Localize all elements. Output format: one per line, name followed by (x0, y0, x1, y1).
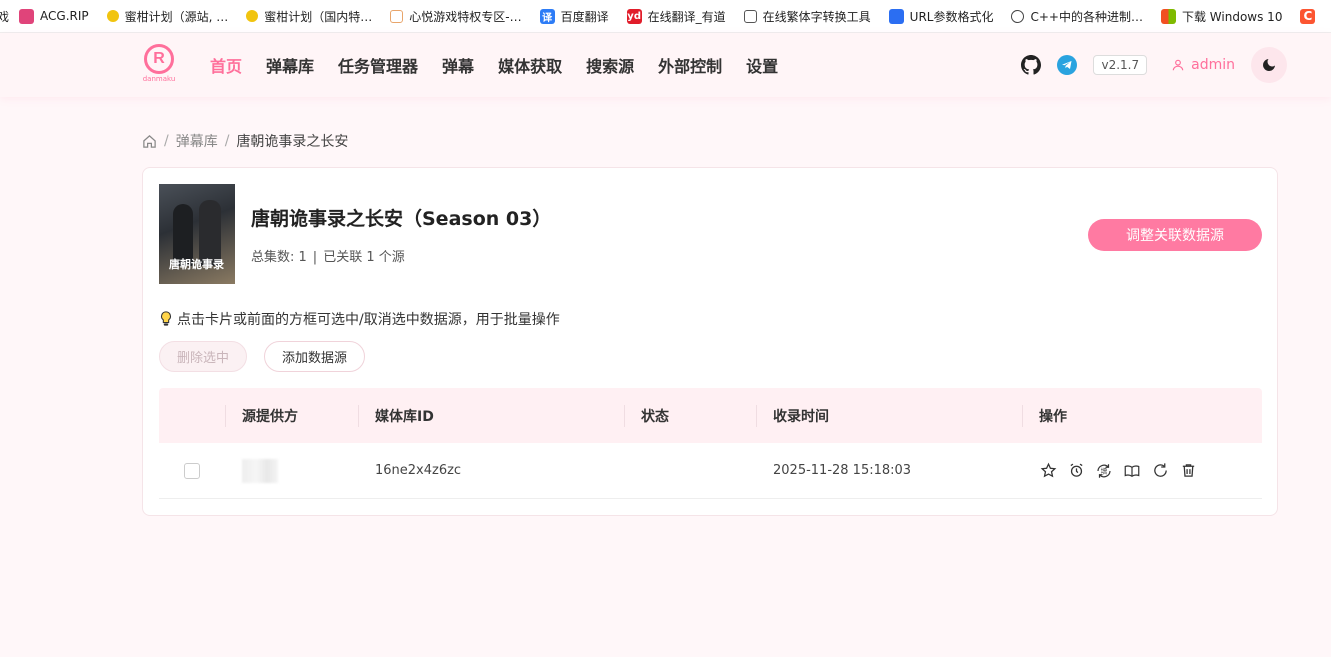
anime-detail-card: 唐朝诡事录 唐朝诡事录之长安（Season 03） 总集数: 1 | 已关联 1 个… (142, 167, 1278, 516)
source-count: 已关联 1 个源 (323, 250, 405, 265)
breadcrumb-library[interactable]: 弹幕库 (176, 131, 218, 151)
acg-rip-icon (19, 8, 35, 24)
lightbulb-icon (161, 311, 171, 326)
bookmark-item[interactable]: 在线繁体字转换工具 (743, 8, 871, 25)
cloud-icon (888, 8, 904, 24)
book-icon[interactable] (1123, 462, 1141, 480)
col-time: 收录时间 (756, 388, 1022, 443)
nav-external-control[interactable]: 外部控制 (658, 53, 722, 77)
user-icon (1172, 59, 1184, 71)
delete-selected-button[interactable]: 删除选中 (159, 341, 247, 372)
csdn-icon: C (1300, 8, 1316, 24)
nav-search-sources[interactable]: 搜索源 (586, 53, 634, 77)
baidu-translate-icon: 译 (539, 8, 555, 24)
sources-table: 源提供方 媒体库ID 状态 收录时间 操作 16ne2x4z6zc 2025-1… (159, 388, 1262, 499)
breadcrumb: / 弹幕库 / 唐朝诡事录之长安 (142, 131, 348, 151)
mikan-icon (246, 10, 259, 22)
github-icon[interactable] (1021, 55, 1042, 75)
time-cell: 2025-11-28 15:18:03 (773, 463, 912, 478)
anime-meta: 总集数: 1 | 已关联 1 个源 (251, 250, 405, 265)
app-logo[interactable]: R danmaku (141, 44, 177, 86)
nav-danmaku-library[interactable]: 弹幕库 (266, 53, 314, 77)
bookmarks-bar: 戏 ACG.RIP 蜜柑计划（源站, … 蜜柑计划（国内特… 心悦游戏特权专区-… 译百度… (0, 0, 1331, 33)
youdao-icon: yd (626, 8, 642, 24)
provider-logo-blurred (242, 458, 278, 483)
bookmark-item[interactable]: yd 在线翻译_有道 (626, 8, 726, 25)
batch-tip-text: 点击卡片或前面的方框可选中/取消选中数据源，用于批量操作 (177, 312, 560, 328)
poster-image: 唐朝诡事录 (159, 184, 235, 284)
tools-icon (743, 9, 757, 23)
bookmark-item[interactable]: 戏 (0, 8, 9, 25)
anime-title: 唐朝诡事录之长安（Season 03） (251, 208, 552, 230)
trash-icon[interactable] (1179, 462, 1197, 480)
row-checkbox[interactable] (184, 462, 200, 479)
diamond-icon (390, 9, 404, 23)
user-menu[interactable]: admin (1171, 57, 1235, 73)
bookmark-item[interactable]: 译百度翻译 (539, 8, 609, 25)
add-source-button[interactable]: 添加数据源 (264, 341, 365, 372)
theme-toggle-button[interactable] (1251, 47, 1287, 83)
table-row[interactable]: 16ne2x4z6zc 2025-11-28 15:18:03 增 (159, 443, 1262, 499)
refresh-icon[interactable] (1151, 462, 1169, 480)
globe-icon (1011, 9, 1025, 23)
bookmark-item[interactable]: 下载 Windows 10 (1160, 8, 1282, 25)
nav-danmaku[interactable]: 弹幕 (442, 53, 474, 77)
main-nav: 首页 弹幕库 任务管理器 弹幕 媒体获取 搜索源 外部控制 设置 (210, 33, 802, 97)
col-provider: 源提供方 (225, 388, 358, 443)
breadcrumb-current: 唐朝诡事录之长安 (236, 134, 349, 150)
bookmark-item[interactable]: C++中的各种进制… (1011, 8, 1143, 25)
star-icon[interactable] (1039, 462, 1057, 480)
bookmark-item[interactable]: ACG.RIP (19, 8, 89, 24)
nav-task-manager[interactable]: 任务管理器 (338, 53, 418, 77)
bookmark-item[interactable]: 蜜柑计划（国内特… (246, 8, 372, 25)
username: admin (1191, 57, 1235, 73)
col-actions: 操作 (1022, 388, 1262, 443)
table-header: 源提供方 媒体库ID 状态 收录时间 操作 (159, 388, 1262, 443)
alarm-clock-icon[interactable] (1067, 462, 1085, 480)
bookmark-item[interactable]: C (1300, 8, 1321, 24)
logo-mark: R (144, 44, 174, 74)
nav-home[interactable]: 首页 (210, 53, 242, 77)
row-actions: 增 (1039, 462, 1207, 480)
col-media-id: 媒体库ID (358, 388, 624, 443)
app-header: R danmaku 首页 弹幕库 任务管理器 弹幕 媒体获取 搜索源 外部控制 … (0, 33, 1331, 97)
version-badge: v2.1.7 (1093, 55, 1148, 75)
nav-settings[interactable]: 设置 (746, 53, 778, 77)
home-icon[interactable] (142, 134, 157, 149)
mikan-icon (106, 10, 119, 22)
incremental-update-icon[interactable]: 增 (1095, 462, 1113, 480)
logo-text: danmaku (142, 75, 176, 83)
telegram-icon[interactable] (1057, 55, 1078, 75)
header-right: v2.1.7 admin (1021, 33, 1287, 97)
windows-icon (1160, 8, 1176, 24)
svg-text:增: 增 (1101, 466, 1108, 475)
col-status: 状态 (624, 388, 756, 443)
bookmark-item[interactable]: 心悦游戏特权专区-… (390, 8, 522, 25)
batch-tip: 点击卡片或前面的方框可选中/取消选中数据源，用于批量操作 (159, 309, 560, 329)
bookmark-item[interactable]: 蜜柑计划（源站, … (106, 8, 228, 25)
moon-icon (1263, 59, 1275, 71)
bookmark-item[interactable]: URL参数格式化 (888, 8, 993, 25)
nav-media-fetch[interactable]: 媒体获取 (498, 53, 562, 77)
episode-count: 总集数: 1 (251, 250, 307, 265)
adjust-sources-button[interactable]: 调整关联数据源 (1088, 219, 1262, 251)
media-id-cell: 16ne2x4z6zc (375, 463, 462, 478)
poster-text: 唐朝诡事录 (169, 258, 224, 271)
